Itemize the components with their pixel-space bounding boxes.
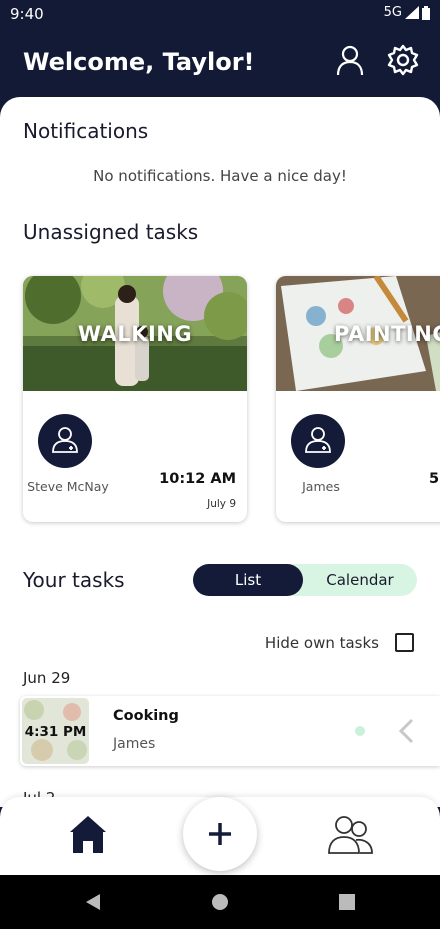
plus-icon <box>209 823 231 845</box>
card-assignee-name: Steve McNay <box>27 479 109 494</box>
task-title: Cooking <box>113 708 179 724</box>
card-date: July 9 <box>207 498 236 510</box>
hide-own-tasks-checkbox[interactable] <box>395 633 414 652</box>
status-dot <box>355 726 365 736</box>
date-heading: Jun 29 <box>23 669 71 687</box>
card-label: WALKING <box>77 322 193 346</box>
tab-list[interactable]: List <box>193 564 303 596</box>
groups-icon[interactable] <box>326 813 376 855</box>
status-indicators: 5G <box>384 5 430 20</box>
task-assignee: James <box>113 736 156 752</box>
task-thumbnail: 4:31 PM <box>22 698 89 764</box>
card-time: 5: <box>429 471 440 487</box>
home-icon[interactable] <box>66 813 110 855</box>
notifications-title: Notifications <box>23 119 149 143</box>
gear-icon[interactable] <box>387 44 419 76</box>
notifications-empty-text: No notifications. Have a nice day! <box>93 167 347 185</box>
status-time: 9:40 <box>10 5 44 23</box>
signal-icon <box>405 6 419 19</box>
doctor-avatar-icon <box>38 414 92 468</box>
status-bar: 9:40 5G <box>0 0 440 28</box>
network-label: 5G <box>383 5 402 20</box>
unassigned-task-card[interactable]: PAINTING James 5: <box>276 276 440 522</box>
task-time: 4:31 PM <box>24 724 87 740</box>
task-image-walking: WALKING <box>23 276 247 391</box>
task-image-painting: PAINTING <box>276 276 440 391</box>
unassigned-task-card[interactable]: WALKING Steve McNay 10:12 AM July 9 <box>23 276 247 522</box>
unassigned-tasks-title: Unassigned tasks <box>23 220 199 244</box>
app-header: Welcome, Taylor! <box>0 28 440 98</box>
chevron-left-icon[interactable] <box>396 716 418 746</box>
home-circle-icon[interactable] <box>211 892 229 912</box>
card-label: PAINTING <box>334 322 440 346</box>
doctor-avatar-icon <box>291 414 345 468</box>
task-row[interactable]: 4:31 PM Cooking James <box>20 696 440 766</box>
card-assignee-name: James <box>302 479 340 494</box>
your-tasks-title: Your tasks <box>23 568 125 592</box>
bottom-nav <box>0 797 440 875</box>
system-nav-bar <box>0 875 440 929</box>
profile-icon[interactable] <box>334 44 366 76</box>
view-toggle: List Calendar <box>193 564 417 596</box>
main-content[interactable]: Notifications No notifications. Have a n… <box>0 97 440 807</box>
hide-own-tasks-label: Hide own tasks <box>264 634 379 652</box>
recents-icon[interactable] <box>338 892 356 912</box>
back-icon[interactable] <box>84 892 102 912</box>
add-task-button[interactable] <box>183 797 257 871</box>
tab-calendar[interactable]: Calendar <box>303 564 417 596</box>
welcome-title: Welcome, Taylor! <box>23 48 255 76</box>
card-time: 10:12 AM <box>159 471 236 487</box>
battery-icon <box>422 5 430 20</box>
